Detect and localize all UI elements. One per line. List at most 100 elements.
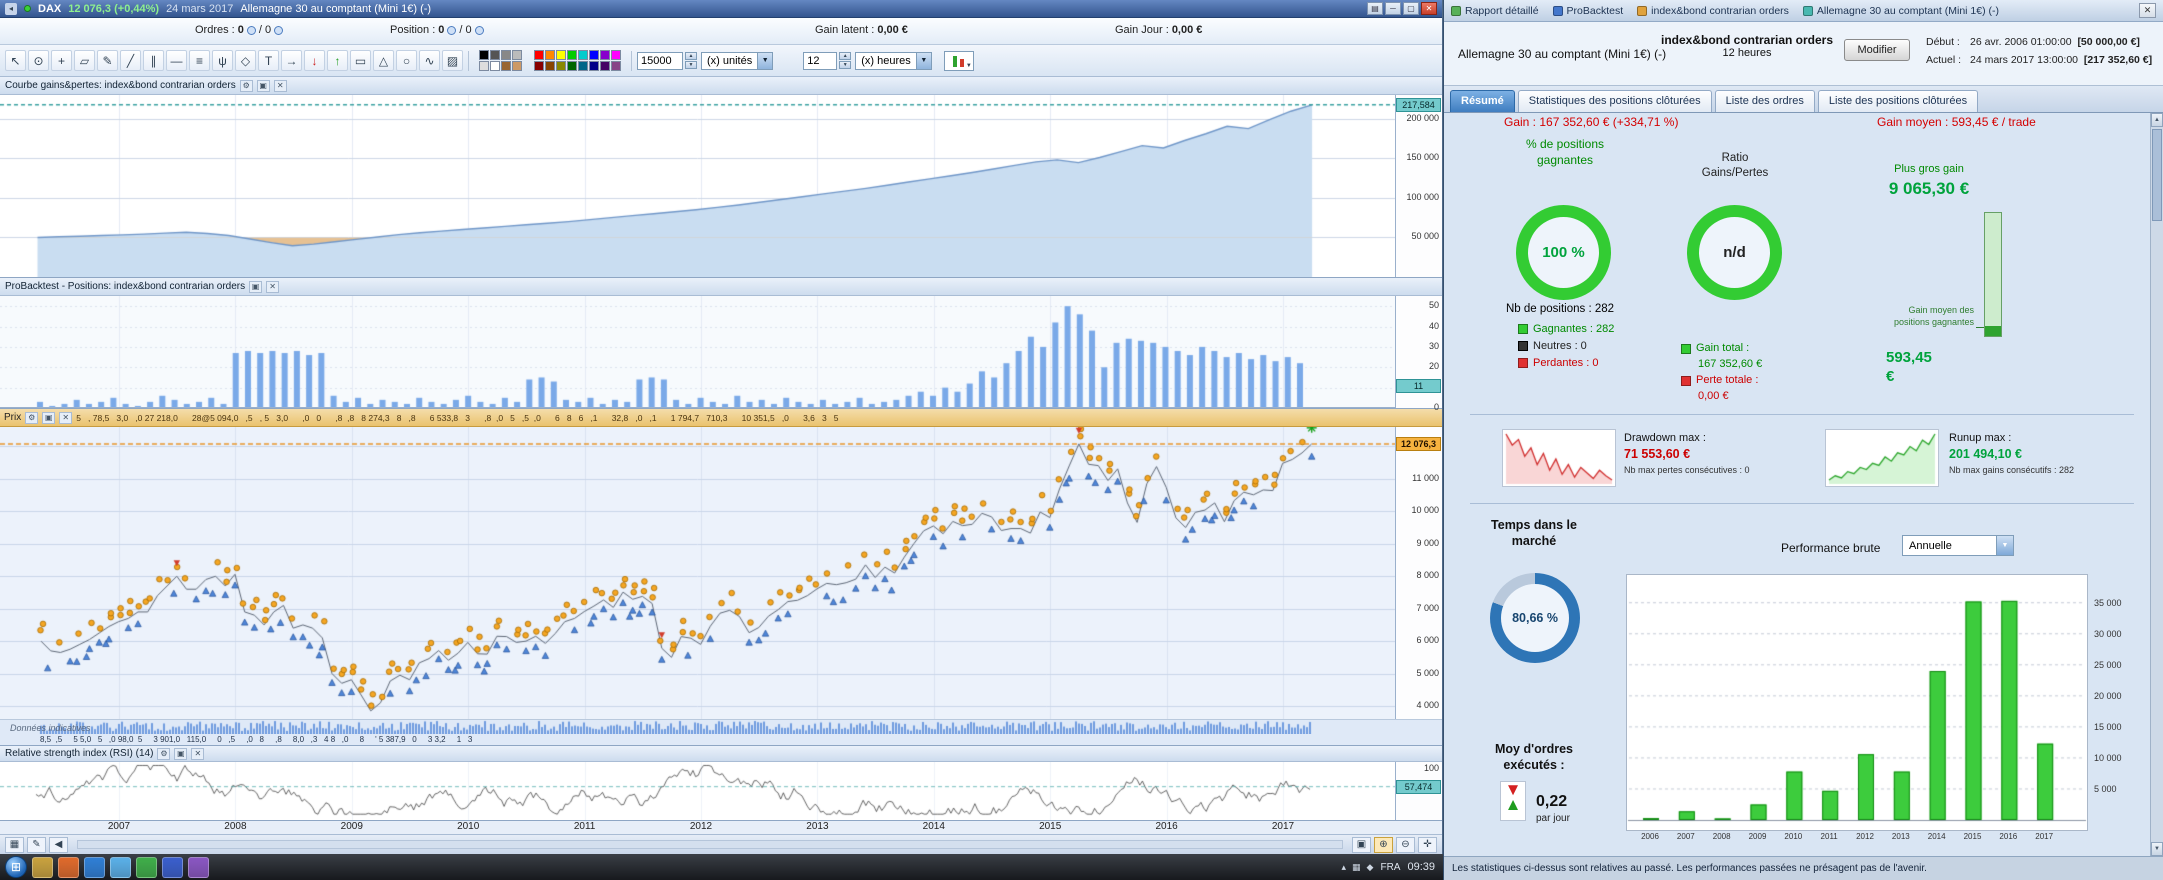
detach-icon[interactable]: ▣ — [256, 79, 270, 92]
positions-axis[interactable]: 5040302010011 — [1395, 296, 1442, 412]
rsi-axis[interactable]: 100 57,474 — [1395, 762, 1442, 820]
color-swatch[interactable] — [479, 61, 489, 71]
pan-icon[interactable]: ✛ — [1418, 836, 1437, 853]
color-swatch[interactable] — [589, 50, 599, 60]
performance-period-select[interactable]: Annuelle ▼ — [1902, 535, 2014, 556]
gear-icon[interactable]: ⚙ — [25, 411, 39, 424]
color-swatch[interactable] — [556, 61, 566, 71]
start-button[interactable]: ⊞ — [5, 856, 27, 878]
window-handle-icon[interactable]: ◂ — [5, 2, 17, 15]
color-swatch[interactable] — [501, 61, 511, 71]
calendar-icon[interactable]: ▦ — [5, 836, 24, 853]
detach-icon[interactable]: ▣ — [174, 747, 188, 760]
period-dropdown[interactable]: (x) heures ▼ — [855, 51, 932, 70]
report-tab[interactable]: Liste des ordres — [1714, 90, 1815, 112]
scroll-left-button[interactable]: ◀ — [49, 836, 68, 853]
report-tab[interactable]: Résumé — [1450, 90, 1515, 112]
color-swatch[interactable] — [600, 50, 610, 60]
color-swatch[interactable] — [490, 61, 500, 71]
color-swatch[interactable] — [479, 50, 489, 60]
cursor-icon[interactable]: ↖ — [5, 50, 26, 71]
horizontal-line-icon[interactable]: — — [166, 50, 187, 71]
language-indicator[interactable]: FRA — [1380, 862, 1400, 873]
price-chart[interactable] — [0, 427, 1395, 719]
tray-icon[interactable]: ▴ — [1342, 862, 1347, 873]
app-icon[interactable] — [58, 856, 79, 878]
position-icon[interactable] — [474, 25, 484, 35]
orders-icon[interactable] — [246, 25, 256, 35]
color-swatch[interactable] — [578, 50, 588, 60]
close-button[interactable]: ✕ — [2139, 3, 2156, 18]
period-stepper[interactable]: ▲ ▼ — [839, 52, 852, 69]
app-icon[interactable] — [32, 856, 53, 878]
time-axis[interactable]: 2007 2008 2009 2010 2011 2012 2013 2014 2015 2016… — [0, 821, 1442, 835]
close-icon[interactable]: ✕ — [191, 747, 205, 760]
color-swatch[interactable] — [501, 50, 511, 60]
window-tab[interactable]: index&bond contrarian orders — [1637, 5, 1789, 17]
close-button[interactable]: ✕ — [1421, 2, 1437, 15]
minimize-button[interactable]: ─ — [1385, 2, 1401, 15]
line-icon[interactable]: ╱ — [120, 50, 141, 71]
report-tab[interactable]: Liste des positions clôturées — [1817, 90, 1979, 112]
app-icon[interactable] — [162, 856, 183, 878]
report-scrollbar[interactable]: ▲ ▼ — [2150, 113, 2163, 856]
maximize-button[interactable]: ▢ — [1403, 2, 1419, 15]
app-icon[interactable] — [110, 856, 131, 878]
color-swatch[interactable] — [611, 61, 621, 71]
pencil-icon[interactable]: ✎ — [97, 50, 118, 71]
color-swatch[interactable] — [600, 61, 610, 71]
app-icon[interactable] — [136, 856, 157, 878]
color-swatch[interactable] — [589, 61, 599, 71]
color-swatch[interactable] — [534, 50, 544, 60]
color-swatch[interactable] — [512, 50, 522, 60]
equity-curve-chart[interactable] — [0, 95, 1395, 277]
rsi-chart[interactable] — [0, 762, 1395, 820]
zoom-in-button[interactable]: ⊕ — [1374, 836, 1393, 853]
close-icon[interactable]: ✕ — [273, 79, 287, 92]
positions-histogram-chart[interactable] — [0, 296, 1395, 407]
report-tab[interactable]: Statistiques des positions clôturées — [1517, 90, 1712, 112]
channel-icon[interactable]: ◇ — [235, 50, 256, 71]
time-scrollbar[interactable] — [77, 840, 1343, 849]
triangle-icon[interactable]: △ — [373, 50, 394, 71]
scrollbar-thumb[interactable] — [2152, 129, 2162, 221]
fibonacci-icon[interactable]: ≡ — [189, 50, 210, 71]
tray-icon[interactable]: ▦ — [1352, 862, 1361, 873]
period-input[interactable]: 12 — [803, 51, 838, 70]
rectangle-icon[interactable]: ▭ — [350, 50, 371, 71]
clock[interactable]: 09:39 — [1407, 861, 1438, 873]
color-swatch[interactable] — [578, 61, 588, 71]
close-icon[interactable]: ✕ — [266, 280, 280, 293]
units-input[interactable]: 15000 — [637, 51, 683, 70]
gear-icon[interactable]: ⚙ — [239, 79, 253, 92]
zoom-out-button[interactable]: ⊖ — [1396, 836, 1415, 853]
scroll-down-button[interactable]: ▼ — [2151, 842, 2163, 856]
units-stepper[interactable]: ▲ ▼ — [685, 52, 697, 69]
color-swatch[interactable] — [611, 50, 621, 60]
modify-button[interactable]: Modifier — [1844, 39, 1910, 61]
chart-style-button[interactable]: ▼ — [943, 50, 974, 71]
color-swatch[interactable] — [556, 50, 566, 60]
pitchfork-icon[interactable]: ψ — [212, 50, 233, 71]
app-icon[interactable] — [84, 856, 105, 878]
eraser-icon[interactable]: ▱ — [74, 50, 95, 71]
detach-icon[interactable]: ▣ — [249, 280, 263, 293]
wave-icon[interactable]: ∿ — [419, 50, 440, 71]
layout-icon[interactable]: ▤ — [1367, 2, 1383, 15]
parallel-lines-icon[interactable]: ∥ — [143, 50, 164, 71]
arrow-icon[interactable]: → — [281, 50, 302, 71]
color-swatch[interactable] — [490, 50, 500, 60]
tray-icon[interactable]: ◆ — [1367, 862, 1374, 873]
zoom-icon[interactable]: ⊙ — [28, 50, 49, 71]
app-icon[interactable] — [188, 856, 209, 878]
price-axis[interactable]: 11 000 10 000 9 000 8 000 7 000 6 000 5 000 4 0… — [1395, 427, 1442, 719]
close-icon[interactable]: ✕ — [59, 411, 73, 424]
color-swatch[interactable] — [567, 61, 577, 71]
scroll-up-button[interactable]: ▲ — [2151, 113, 2163, 127]
detach-icon[interactable]: ▣ — [42, 411, 56, 424]
orders-icon[interactable] — [274, 25, 284, 35]
ellipse-icon[interactable]: ○ — [396, 50, 417, 71]
gear-icon[interactable]: ⚙ — [157, 747, 171, 760]
pattern-icon[interactable]: ▨ — [442, 50, 463, 71]
window-tab[interactable]: ProBacktest — [1552, 5, 1623, 17]
